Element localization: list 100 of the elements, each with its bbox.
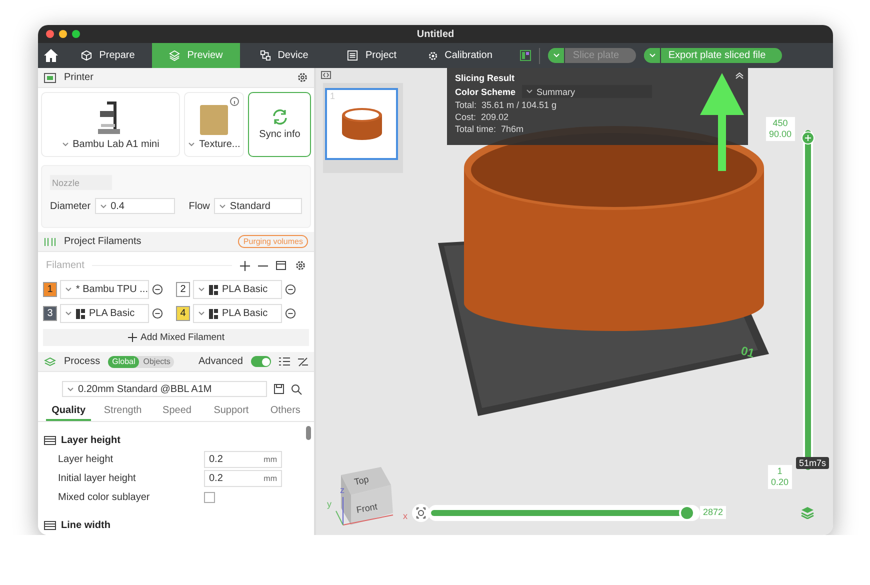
- flow-label: Flow: [188, 200, 210, 212]
- add-icon[interactable]: [240, 260, 250, 270]
- section-title: Project Filaments: [64, 236, 142, 247]
- collapse-icon[interactable]: [321, 71, 331, 79]
- filament-index: 2: [176, 282, 190, 297]
- cube-icon: [81, 50, 92, 61]
- caret-icon: [65, 287, 72, 292]
- number-field[interactable]: 0.2 mm: [204, 470, 282, 487]
- window-title: Untitled: [416, 28, 454, 40]
- mode-option[interactable]: Objects: [139, 356, 174, 368]
- group-title: Layer height: [61, 434, 120, 446]
- setting-label: Initial layer height: [58, 473, 137, 484]
- filament-index: 4: [176, 306, 190, 321]
- filament-select[interactable]: PLA Basic: [193, 280, 282, 299]
- caret-icon: [67, 386, 74, 392]
- settings-icon[interactable]: [295, 260, 306, 271]
- home-icon: [44, 49, 58, 62]
- advanced-toggle[interactable]: [251, 356, 271, 367]
- search-icon[interactable]: [291, 384, 302, 394]
- plate-select[interactable]: Texture...: [188, 139, 240, 150]
- filament-index: 1: [43, 282, 57, 297]
- process-tab[interactable]: Strength: [100, 405, 146, 421]
- nav-tab[interactable]: Project: [328, 43, 416, 68]
- reset-view-icon[interactable]: [412, 504, 430, 522]
- caret-icon: [198, 287, 205, 292]
- setting-label: Mixed color sublayer: [58, 492, 151, 503]
- plate-drawing: [200, 105, 228, 135]
- setting-label: Layer height: [58, 454, 114, 465]
- color-scheme-select[interactable]: Summary: [522, 85, 652, 98]
- sync-icon: [270, 109, 289, 125]
- zoom-button[interactable]: [72, 30, 80, 38]
- more-icon[interactable]: [285, 308, 296, 319]
- nav-tab[interactable]: Prepare: [64, 43, 152, 68]
- caret-icon: [100, 204, 107, 208]
- add-mixed-filament-button[interactable]: Add Mixed Filament: [43, 329, 309, 346]
- flow-select[interactable]: Standard: [214, 198, 302, 214]
- layers-icon: [44, 356, 56, 366]
- caret-icon: [648, 53, 656, 58]
- scrollbar[interactable]: [306, 426, 311, 440]
- advanced-label: Advanced: [198, 356, 243, 367]
- printer-icon: [44, 72, 56, 82]
- filament-icon: [76, 308, 85, 318]
- group-icon: [44, 520, 56, 530]
- nav-tab[interactable]: Device: [240, 43, 328, 68]
- cylinder-drawing: [340, 107, 382, 141]
- plate-label: 01: [739, 344, 756, 360]
- group-title: Line width: [61, 520, 110, 530]
- process-tab[interactable]: Others: [262, 405, 308, 421]
- more-icon[interactable]: [285, 284, 296, 295]
- caret-icon: [218, 204, 226, 208]
- filament-icon: [209, 308, 218, 318]
- nozzle-title: Nozzle: [50, 175, 112, 190]
- diameter-label: Diameter: [50, 200, 91, 212]
- bottom-layer-value: 1 0.20: [768, 465, 792, 489]
- list-icon: [347, 50, 358, 61]
- layers-icon: [169, 50, 180, 61]
- panel-icon[interactable]: [520, 50, 531, 61]
- filament-spool-icon: [44, 236, 56, 246]
- caret-icon: [526, 89, 533, 94]
- info-icon: [230, 97, 240, 106]
- stat-text: Total time: 7h6m: [455, 124, 525, 134]
- process-tab[interactable]: Quality: [46, 405, 92, 421]
- process-tab[interactable]: Support: [208, 405, 254, 421]
- caret-icon: [65, 311, 72, 316]
- filament-label: Filament: [46, 260, 84, 271]
- plus-icon: [128, 333, 137, 342]
- stat-text: Total: 35.61 m / 104.51 g: [455, 100, 558, 110]
- sync-button[interactable]: Sync info: [248, 92, 312, 157]
- more-icon[interactable]: [152, 284, 163, 295]
- printer-card[interactable]: Bambu Lab A1 mini: [41, 92, 180, 157]
- move-value: 2872: [700, 506, 726, 519]
- gear-icon: [428, 50, 438, 60]
- section-title: Printer: [64, 72, 94, 83]
- caret-icon: [62, 142, 69, 147]
- view-cube[interactable]: Top Front x y z: [321, 453, 421, 528]
- filament-select[interactable]: * Bambu TPU ...: [60, 280, 149, 299]
- panel-title: Slicing Result: [455, 73, 516, 83]
- checkbox[interactable]: [204, 492, 215, 503]
- nav-tab[interactable]: Calibration: [416, 43, 504, 68]
- plate-card[interactable]: Texture...: [184, 92, 244, 157]
- list-icon[interactable]: [279, 357, 290, 366]
- group-icon: [44, 436, 56, 444]
- time-tooltip: 51m7s: [796, 457, 830, 469]
- printer-select[interactable]: Bambu Lab A1 mini: [62, 139, 160, 150]
- save-icon[interactable]: [274, 384, 284, 394]
- number-field[interactable]: 0.2 mm: [204, 451, 282, 468]
- process-tab[interactable]: Speed: [154, 405, 200, 421]
- sync-filament-icon[interactable]: [276, 260, 287, 271]
- diameter-select[interactable]: 0.4: [94, 198, 176, 214]
- preset-select[interactable]: 0.20mm Standard @BBL A1M: [62, 381, 267, 397]
- filament-select[interactable]: PLA Basic: [60, 304, 149, 323]
- caret-icon: [198, 311, 205, 316]
- caret-icon: [188, 142, 196, 147]
- minimize-button[interactable]: [59, 30, 67, 38]
- upper-thumb-icon[interactable]: [801, 131, 815, 145]
- settings-icon[interactable]: [297, 72, 308, 83]
- more-icon[interactable]: [152, 308, 163, 319]
- compare-icon[interactable]: [298, 356, 308, 366]
- close-button[interactable]: [46, 30, 54, 38]
- filament-select[interactable]: PLA Basic: [193, 304, 282, 323]
